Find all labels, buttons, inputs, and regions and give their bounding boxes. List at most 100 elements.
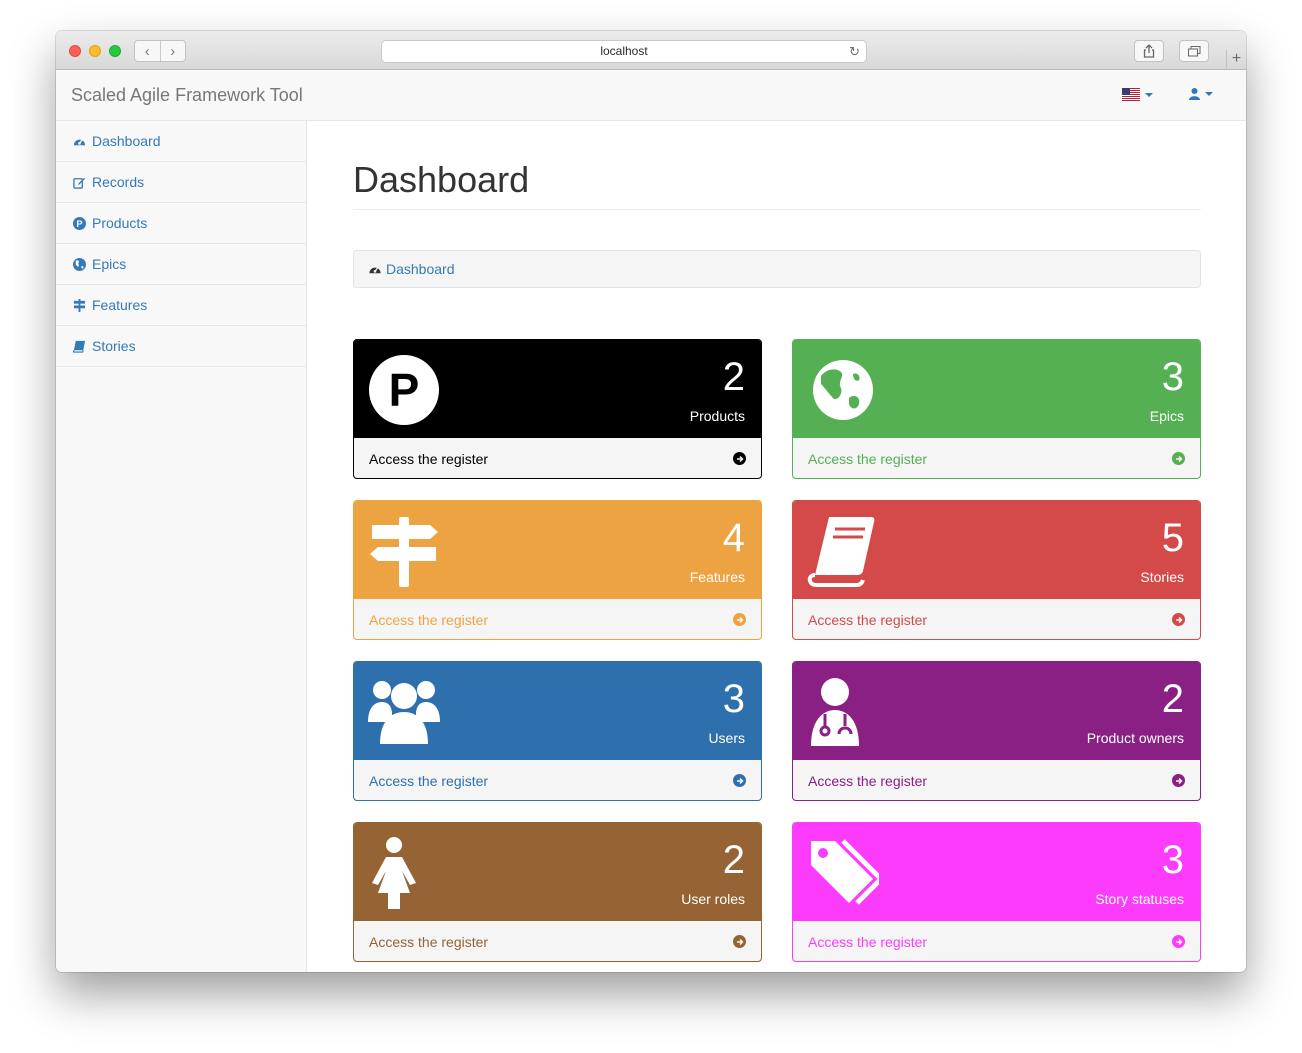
breadcrumb-item-dashboard[interactable]: Dashboard (386, 261, 455, 277)
product-p-icon: P (73, 216, 86, 230)
access-register-link[interactable]: Access the register (354, 760, 761, 800)
access-register-link[interactable]: Access the register (793, 438, 1200, 478)
panel-count: 4 (722, 516, 745, 560)
user-icon (1189, 88, 1200, 100)
svg-text:P: P (389, 364, 420, 416)
book-icon (807, 517, 875, 587)
user-menu-dropdown[interactable] (1189, 88, 1213, 100)
page-title: Dashboard (353, 159, 530, 200)
url-text: localhost (600, 44, 648, 58)
panel-product-owners: 2 Product owners Access the register (792, 661, 1201, 801)
panel-footer-label: Access the register (808, 933, 928, 950)
panel-heading: P 2 Products (354, 340, 761, 438)
access-register-link[interactable]: Access the register (354, 921, 761, 961)
reload-icon[interactable]: ↻ (849, 41, 860, 62)
access-register-link[interactable]: Access the register (354, 438, 761, 478)
panel-label: Story statuses (1095, 891, 1184, 907)
panel-label: Users (708, 730, 745, 746)
arrow-circle-right-icon (1172, 774, 1185, 787)
sidebar-item-label: Stories (92, 338, 136, 354)
title-divider (353, 209, 1201, 210)
sidebar-item-label: Dashboard (92, 133, 161, 149)
access-register-link[interactable]: Access the register (354, 599, 761, 639)
book-icon (73, 340, 86, 353)
app-navbar: Scaled Agile Framework Tool (56, 70, 1246, 121)
app-brand[interactable]: Scaled Agile Framework Tool (71, 85, 303, 106)
sidebar-item-dashboard[interactable]: Dashboard (56, 121, 306, 162)
forward-button[interactable]: › (161, 41, 186, 61)
panel-user-roles: 2 User roles Access the register (353, 822, 762, 962)
panel-footer-label: Access the register (369, 772, 489, 789)
access-register-link[interactable]: Access the register (793, 599, 1200, 639)
language-dropdown[interactable] (1122, 88, 1153, 101)
tags-icon (811, 839, 879, 905)
panel-count: 3 (722, 677, 745, 721)
minimize-window-button[interactable] (89, 45, 101, 57)
dashboard-icon (369, 266, 381, 273)
sidebar-item-label: Epics (92, 256, 127, 272)
arrow-circle-right-icon (733, 613, 746, 626)
female-icon (372, 837, 416, 909)
panel-label: Stories (1140, 569, 1184, 585)
user-md-icon (811, 678, 859, 746)
panel-count: 3 (1161, 355, 1184, 399)
panel-heading: 4 Features (354, 501, 761, 599)
globe-icon (813, 360, 873, 420)
browser-titlebar: ‹ › localhost ↻ + (56, 31, 1246, 70)
tabs-overview-button[interactable] (1179, 40, 1209, 62)
signpost-icon (73, 298, 86, 312)
sidebar-item-products[interactable]: P Products (56, 203, 306, 244)
panel-products: P 2 Products Access the register (353, 339, 762, 479)
panel-label: Product owners (1086, 730, 1184, 746)
arrow-circle-right-icon (1172, 452, 1185, 465)
tabs-icon (1187, 45, 1200, 56)
panel-count: 3 (1161, 838, 1184, 882)
browser-window: ‹ › localhost ↻ + Scaled Agile Framework… (56, 31, 1246, 972)
sidebar-item-features[interactable]: Features (56, 285, 306, 326)
zoom-window-button[interactable] (109, 45, 121, 57)
edit-icon (73, 177, 86, 189)
panel-footer-label: Access the register (369, 450, 489, 467)
history-nav: ‹ › (134, 40, 186, 62)
panel-footer-label: Access the register (808, 611, 928, 628)
arrow-circle-right-icon (733, 452, 746, 465)
sidebar-item-label: Records (92, 174, 145, 190)
access-register-link[interactable]: Access the register (793, 921, 1200, 961)
sidebar: Dashboard Records P Products Epics Featu… (56, 121, 307, 972)
arrow-circle-right-icon (733, 935, 746, 948)
arrow-circle-right-icon (1172, 935, 1185, 948)
sidebar-item-stories[interactable]: Stories (56, 326, 306, 367)
sidebar-item-epics[interactable]: Epics (56, 244, 306, 285)
breadcrumb: Dashboard (353, 250, 1201, 288)
back-button[interactable]: ‹ (135, 41, 161, 61)
panel-label: Features (689, 569, 745, 585)
panel-heading: 2 Product owners (793, 662, 1200, 760)
share-icon (1143, 44, 1155, 58)
panel-footer-label: Access the register (369, 611, 489, 628)
product-p-icon: P (369, 355, 439, 425)
panel-count: 5 (1161, 516, 1184, 560)
chevron-down-icon (1145, 92, 1153, 97)
users-icon (368, 681, 440, 744)
panel-label: Products (689, 408, 745, 424)
address-bar[interactable]: localhost ↻ (381, 40, 867, 63)
svg-text:P: P (76, 218, 82, 228)
panel-features: 4 Features Access the register (353, 500, 762, 640)
signpost-icon (370, 517, 438, 587)
panel-count: 2 (722, 838, 745, 882)
share-button[interactable] (1134, 40, 1164, 62)
panel-footer-label: Access the register (808, 450, 928, 467)
panel-footer-label: Access the register (808, 772, 928, 789)
dashboard-icon (73, 138, 86, 145)
arrow-circle-right-icon (733, 774, 746, 787)
screen: ‹ › localhost ↻ + Scaled Agile Framework… (0, 0, 1302, 1053)
sidebar-item-records[interactable]: Records (56, 162, 306, 203)
chevron-down-icon (1205, 92, 1213, 96)
panel-heading: 3 Epics (793, 340, 1200, 438)
panel-stories: 5 Stories Access the register (792, 500, 1201, 640)
panel-heading: 3 Story statuses (793, 823, 1200, 921)
new-tab-button[interactable]: + (1226, 50, 1246, 70)
panel-epics: 3 Epics Access the register (792, 339, 1201, 479)
access-register-link[interactable]: Access the register (793, 760, 1200, 800)
close-window-button[interactable] (69, 45, 81, 57)
